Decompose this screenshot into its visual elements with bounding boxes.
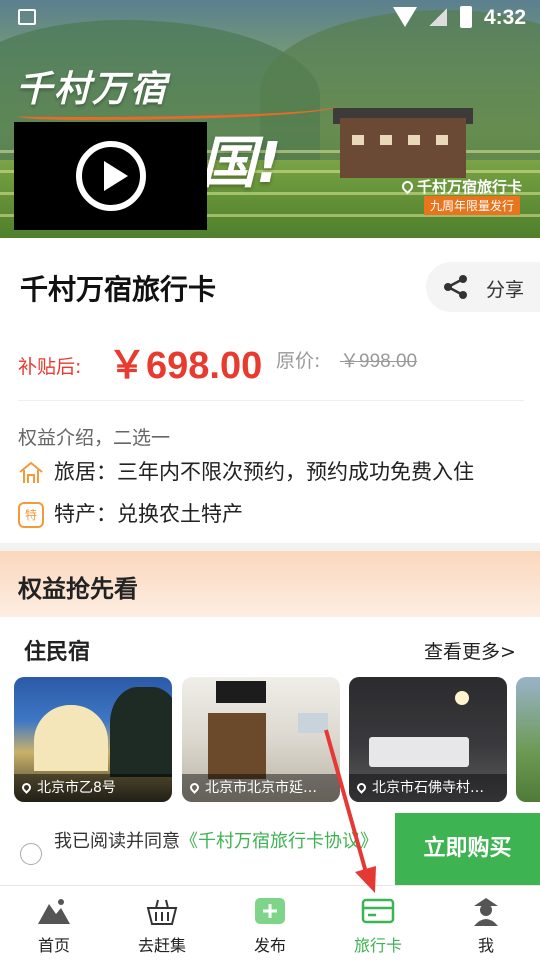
agreement-link[interactable]: 《千村万宿旅行卡协议》: [180, 831, 378, 852]
home-icon: [38, 899, 70, 924]
house-window: [436, 135, 448, 145]
bed: [369, 737, 469, 767]
hero-tag-text: 千村万宿旅行卡: [417, 178, 523, 196]
benefit-label: 特产：兑换农土特产: [54, 502, 243, 526]
house-window: [380, 135, 392, 145]
homestay-card[interactable]: 北京市石佛寺村…: [349, 677, 507, 802]
benefit-item: 旅居：三年内不限次预约，预约成功免费入住: [18, 456, 474, 486]
window: [298, 713, 328, 733]
hero-badge: 九周年限量发行: [424, 196, 521, 215]
section-header: 权益抢先看: [0, 551, 540, 617]
card-location-text: 北京市乙8号: [37, 780, 116, 796]
lamp: [455, 691, 469, 705]
agree-checkbox[interactable]: [20, 843, 42, 865]
battery-icon: [460, 6, 472, 28]
wooden-door: [208, 713, 266, 779]
hero-slogan: 国!: [200, 131, 282, 196]
agreement-bar: 我已阅读并同意《千村万宿旅行卡协议》: [0, 813, 395, 885]
nav-label: 去赶集: [137, 936, 186, 955]
homestay-card-partial[interactable]: [516, 677, 540, 802]
house-image: [340, 118, 466, 178]
subsection-title: 住民宿: [24, 640, 91, 665]
benefit-label: 旅居：三年内不限次预约，预约成功免费入住: [54, 460, 474, 484]
house-window: [408, 135, 420, 145]
signal-icon: [429, 8, 447, 26]
homestay-card[interactable]: 北京市乙8号: [14, 677, 172, 802]
divider: [18, 400, 524, 401]
plaque: [216, 681, 266, 703]
share-label: 分享: [486, 279, 525, 301]
product-title: 千村万宿旅行卡: [20, 273, 217, 306]
bottom-nav: 首页 去赶集 发布 旅行卡 我: [0, 885, 540, 960]
buy-now-button[interactable]: 立即购买: [395, 813, 540, 885]
price: ￥698.00: [108, 345, 263, 387]
benefits-heading: 权益介绍，二选一: [18, 427, 171, 449]
house-icon: [19, 461, 43, 483]
nav-item-publish[interactable]: 发布: [216, 886, 324, 960]
agreement-text: 我已阅读并同意《千村万宿旅行卡协议》: [54, 827, 384, 857]
subsidy-label: 补贴后:: [18, 356, 82, 378]
plus-icon: [255, 898, 285, 924]
nav-label: 旅行卡: [353, 936, 402, 955]
house-window: [352, 135, 364, 145]
benefit-item: 特特产：兑换农土特产: [18, 498, 243, 528]
tree-shape: [110, 687, 172, 777]
nav-label: 发布: [253, 936, 286, 955]
agreement-label: 我已阅读并同意: [54, 831, 180, 852]
card-location: 北京市北京市延…: [182, 774, 340, 802]
card-location: 北京市乙8号: [14, 774, 172, 802]
status-bar: 4:32: [0, 0, 540, 36]
video-player[interactable]: [14, 122, 207, 230]
homestay-card[interactable]: 北京市北京市延…: [182, 677, 340, 802]
nav-item-travel-card[interactable]: 旅行卡: [324, 886, 432, 960]
specialty-icon: 特: [18, 502, 44, 528]
share-button[interactable]: 分享: [426, 262, 540, 312]
nav-item-me[interactable]: 我: [432, 886, 540, 960]
wifi-icon: [393, 7, 417, 27]
hero-tag: 千村万宿旅行卡: [399, 176, 523, 197]
original-price: ￥998.00: [340, 351, 418, 372]
hero-banner: 4:32 千村万宿 国! 千村万宿旅行卡 九周年限量发行: [0, 0, 540, 238]
see-more-link[interactable]: 查看更多>: [424, 637, 516, 664]
card-location: 北京市石佛寺村…: [349, 774, 507, 802]
location-pin-icon: [355, 781, 368, 794]
card-icon: [361, 898, 395, 924]
section-gap: [0, 543, 540, 551]
nav-label: 我: [477, 936, 494, 955]
status-time: 4:32: [484, 6, 527, 29]
card-location-text: 北京市石佛寺村…: [372, 780, 484, 796]
nav-item-market[interactable]: 去赶集: [108, 886, 216, 960]
section-title: 权益抢先看: [18, 575, 138, 603]
location-pin-icon: [20, 781, 33, 794]
original-price-label: 原价:: [276, 350, 321, 372]
nav-label: 首页: [37, 936, 70, 955]
location-pin-icon: [188, 781, 201, 794]
share-icon: [444, 275, 467, 299]
location-pin-icon: [399, 178, 416, 195]
gallery-icon: [18, 9, 36, 25]
profile-icon: [474, 898, 498, 926]
play-icon[interactable]: [76, 141, 146, 211]
card-location-text: 北京市北京市延…: [205, 780, 317, 796]
basket-icon: [146, 899, 178, 925]
nav-item-home[interactable]: 首页: [0, 886, 108, 960]
building-facade: [34, 705, 108, 771]
